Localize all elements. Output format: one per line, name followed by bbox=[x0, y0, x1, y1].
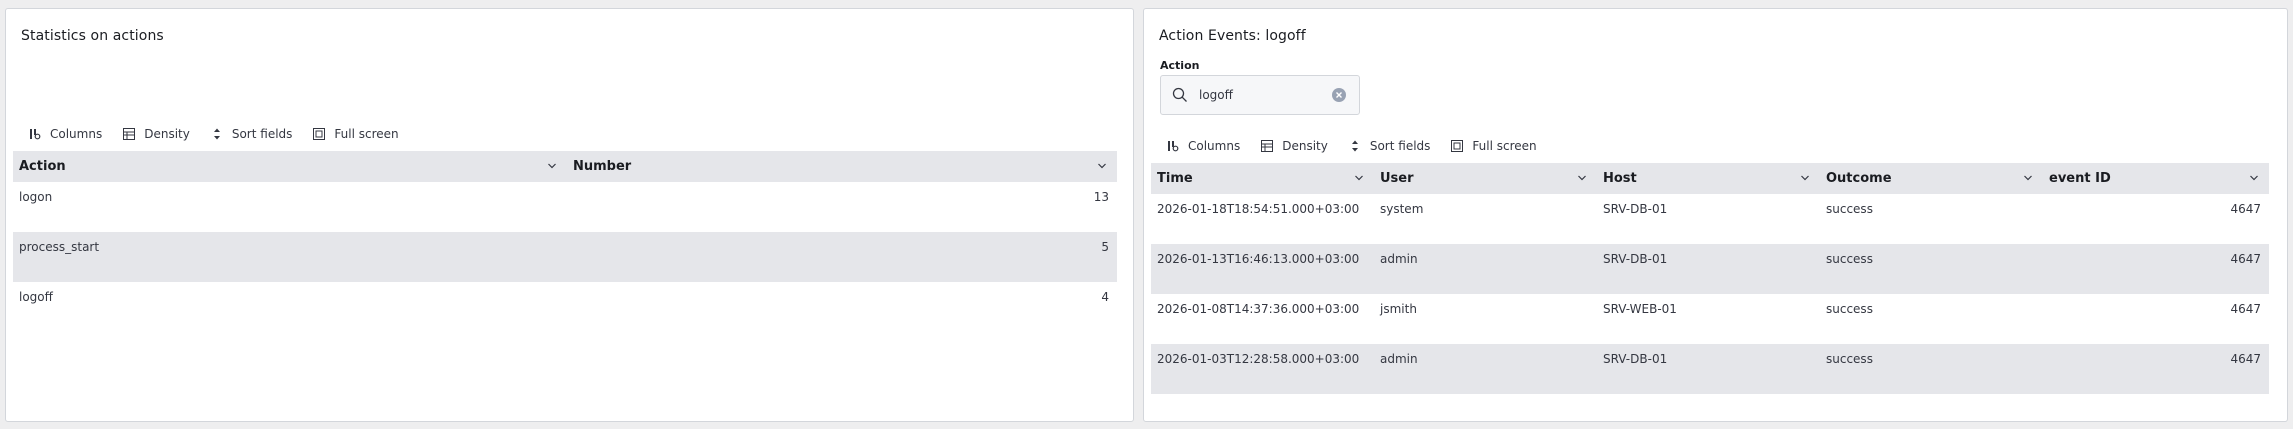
table-row[interactable]: 2026-01-08T14:37:36.000+03:00 jsmith SRV… bbox=[1151, 294, 2269, 344]
density-icon bbox=[1260, 139, 1274, 153]
table-row[interactable]: process_start 5 bbox=[13, 232, 1117, 282]
action-events-panel: Action Events: logoff Action Columns Den… bbox=[1143, 8, 2288, 422]
density-label: Density bbox=[1282, 139, 1328, 153]
table-row[interactable]: logon 13 bbox=[13, 182, 1117, 232]
column-header-event-id[interactable]: event ID bbox=[2043, 163, 2269, 194]
chevron-down-icon[interactable] bbox=[1097, 161, 1107, 171]
cell-action: logon bbox=[19, 190, 53, 204]
columns-label: Columns bbox=[50, 127, 103, 141]
cell-event-id: 4647 bbox=[2230, 252, 2261, 266]
cell-event-id: 4647 bbox=[2230, 202, 2261, 216]
chevron-down-icon[interactable] bbox=[547, 161, 557, 171]
column-header-action[interactable]: Action bbox=[13, 151, 567, 182]
action-search-field[interactable] bbox=[1160, 75, 1360, 115]
full-screen-button[interactable]: Full screen bbox=[1450, 139, 1537, 153]
filter-label: Action bbox=[1160, 59, 1200, 72]
cell-time: 2026-01-18T18:54:51.000+03:00 bbox=[1157, 202, 1360, 216]
table-row[interactable]: 2026-01-13T16:46:13.000+03:00 admin SRV-… bbox=[1151, 244, 2269, 294]
density-label: Density bbox=[144, 127, 190, 141]
table-row[interactable]: 2026-01-03T12:28:58.000+03:00 admin SRV-… bbox=[1151, 344, 2269, 394]
chevron-down-icon[interactable] bbox=[2249, 173, 2259, 183]
full-screen-label: Full screen bbox=[1472, 139, 1537, 153]
sort-icon bbox=[1348, 139, 1362, 153]
statistics-panel: Statistics on actions Columns Density So… bbox=[5, 8, 1134, 422]
cell-user: jsmith bbox=[1380, 302, 1417, 316]
column-header-time[interactable]: Time bbox=[1151, 163, 1374, 194]
cell-outcome: success bbox=[1826, 202, 1873, 216]
cell-host: SRV-WEB-01 bbox=[1603, 302, 1677, 316]
cell-number: 5 bbox=[1101, 240, 1109, 254]
full-screen-icon bbox=[1450, 139, 1464, 153]
sort-icon bbox=[210, 127, 224, 141]
cell-user: system bbox=[1380, 202, 1424, 216]
chevron-down-icon[interactable] bbox=[1577, 173, 1587, 183]
column-header-user[interactable]: User bbox=[1374, 163, 1597, 194]
data-grid-toolbar: Columns Density Sort fields Full screen bbox=[28, 125, 419, 143]
column-header-host[interactable]: Host bbox=[1597, 163, 1820, 194]
chevron-down-icon[interactable] bbox=[1354, 173, 1364, 183]
cell-outcome: success bbox=[1826, 302, 1873, 316]
column-header-number[interactable]: Number bbox=[567, 151, 1117, 182]
cell-event-id: 4647 bbox=[2230, 352, 2261, 366]
columns-icon bbox=[28, 127, 42, 141]
columns-icon bbox=[1166, 139, 1180, 153]
cell-action: logoff bbox=[19, 290, 53, 304]
cell-event-id: 4647 bbox=[2230, 302, 2261, 316]
cell-number: 4 bbox=[1101, 290, 1109, 304]
cell-outcome: success bbox=[1826, 252, 1873, 266]
action-search-input[interactable] bbox=[1199, 86, 1319, 104]
cell-user: admin bbox=[1380, 252, 1418, 266]
columns-label: Columns bbox=[1188, 139, 1241, 153]
chevron-down-icon[interactable] bbox=[2023, 173, 2033, 183]
search-icon bbox=[1172, 87, 1187, 102]
cell-time: 2026-01-13T16:46:13.000+03:00 bbox=[1157, 252, 1360, 266]
table-row[interactable]: logoff 4 bbox=[13, 282, 1117, 332]
cell-host: SRV-DB-01 bbox=[1603, 352, 1668, 366]
full-screen-label: Full screen bbox=[334, 127, 399, 141]
cell-user: admin bbox=[1380, 352, 1418, 366]
table-header: Time User Host Outcome event ID bbox=[1151, 163, 2269, 194]
sort-fields-label: Sort fields bbox=[231, 127, 293, 141]
cell-outcome: success bbox=[1826, 352, 1873, 366]
clear-icon[interactable] bbox=[1331, 87, 1347, 103]
sort-fields-label: Sort fields bbox=[1369, 139, 1431, 153]
density-icon bbox=[122, 127, 136, 141]
events-table: Time User Host Outcome event ID 2026-01-… bbox=[1151, 163, 2269, 394]
full-screen-icon bbox=[312, 127, 326, 141]
data-grid-toolbar: Columns Density Sort fields Full screen bbox=[1166, 137, 1557, 155]
cell-number: 13 bbox=[1093, 190, 1109, 204]
full-screen-button[interactable]: Full screen bbox=[312, 127, 399, 141]
cell-time: 2026-01-08T14:37:36.000+03:00 bbox=[1157, 302, 1360, 316]
density-button[interactable]: Density bbox=[122, 127, 190, 141]
columns-button[interactable]: Columns bbox=[28, 127, 102, 141]
panel-title: Action Events: logoff bbox=[1159, 28, 1306, 44]
column-header-outcome[interactable]: Outcome bbox=[1820, 163, 2043, 194]
table-row[interactable]: 2026-01-18T18:54:51.000+03:00 system SRV… bbox=[1151, 194, 2269, 244]
cell-action: process_start bbox=[19, 240, 100, 254]
chevron-down-icon[interactable] bbox=[1800, 173, 1810, 183]
cell-host: SRV-DB-01 bbox=[1603, 202, 1668, 216]
panel-title: Statistics on actions bbox=[21, 28, 164, 44]
density-button[interactable]: Density bbox=[1260, 139, 1328, 153]
sort-fields-button[interactable]: Sort fields bbox=[210, 127, 293, 141]
cell-host: SRV-DB-01 bbox=[1603, 252, 1668, 266]
cell-time: 2026-01-03T12:28:58.000+03:00 bbox=[1157, 352, 1360, 366]
columns-button[interactable]: Columns bbox=[1166, 139, 1240, 153]
table-header: Action Number bbox=[13, 151, 1117, 182]
statistics-table: Action Number logon 13 process_start 5 l… bbox=[13, 151, 1117, 332]
sort-fields-button[interactable]: Sort fields bbox=[1348, 139, 1431, 153]
